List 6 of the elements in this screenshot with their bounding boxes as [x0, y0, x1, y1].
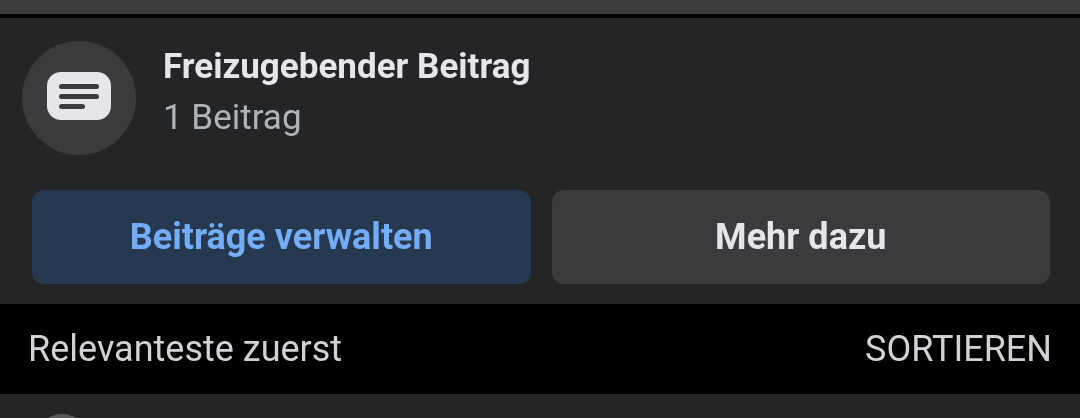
post-count: 1 Beitrag: [163, 97, 303, 138]
learn-more-button[interactable]: Mehr dazu: [551, 190, 1050, 284]
manage-posts-button[interactable]: Beiträge verwalten: [32, 190, 531, 284]
sort-label: Relevanteste zuerst: [28, 328, 343, 370]
sort-link[interactable]: SORTIEREN: [865, 328, 1052, 370]
post-title: Freizugebender Beitrag: [163, 46, 531, 87]
